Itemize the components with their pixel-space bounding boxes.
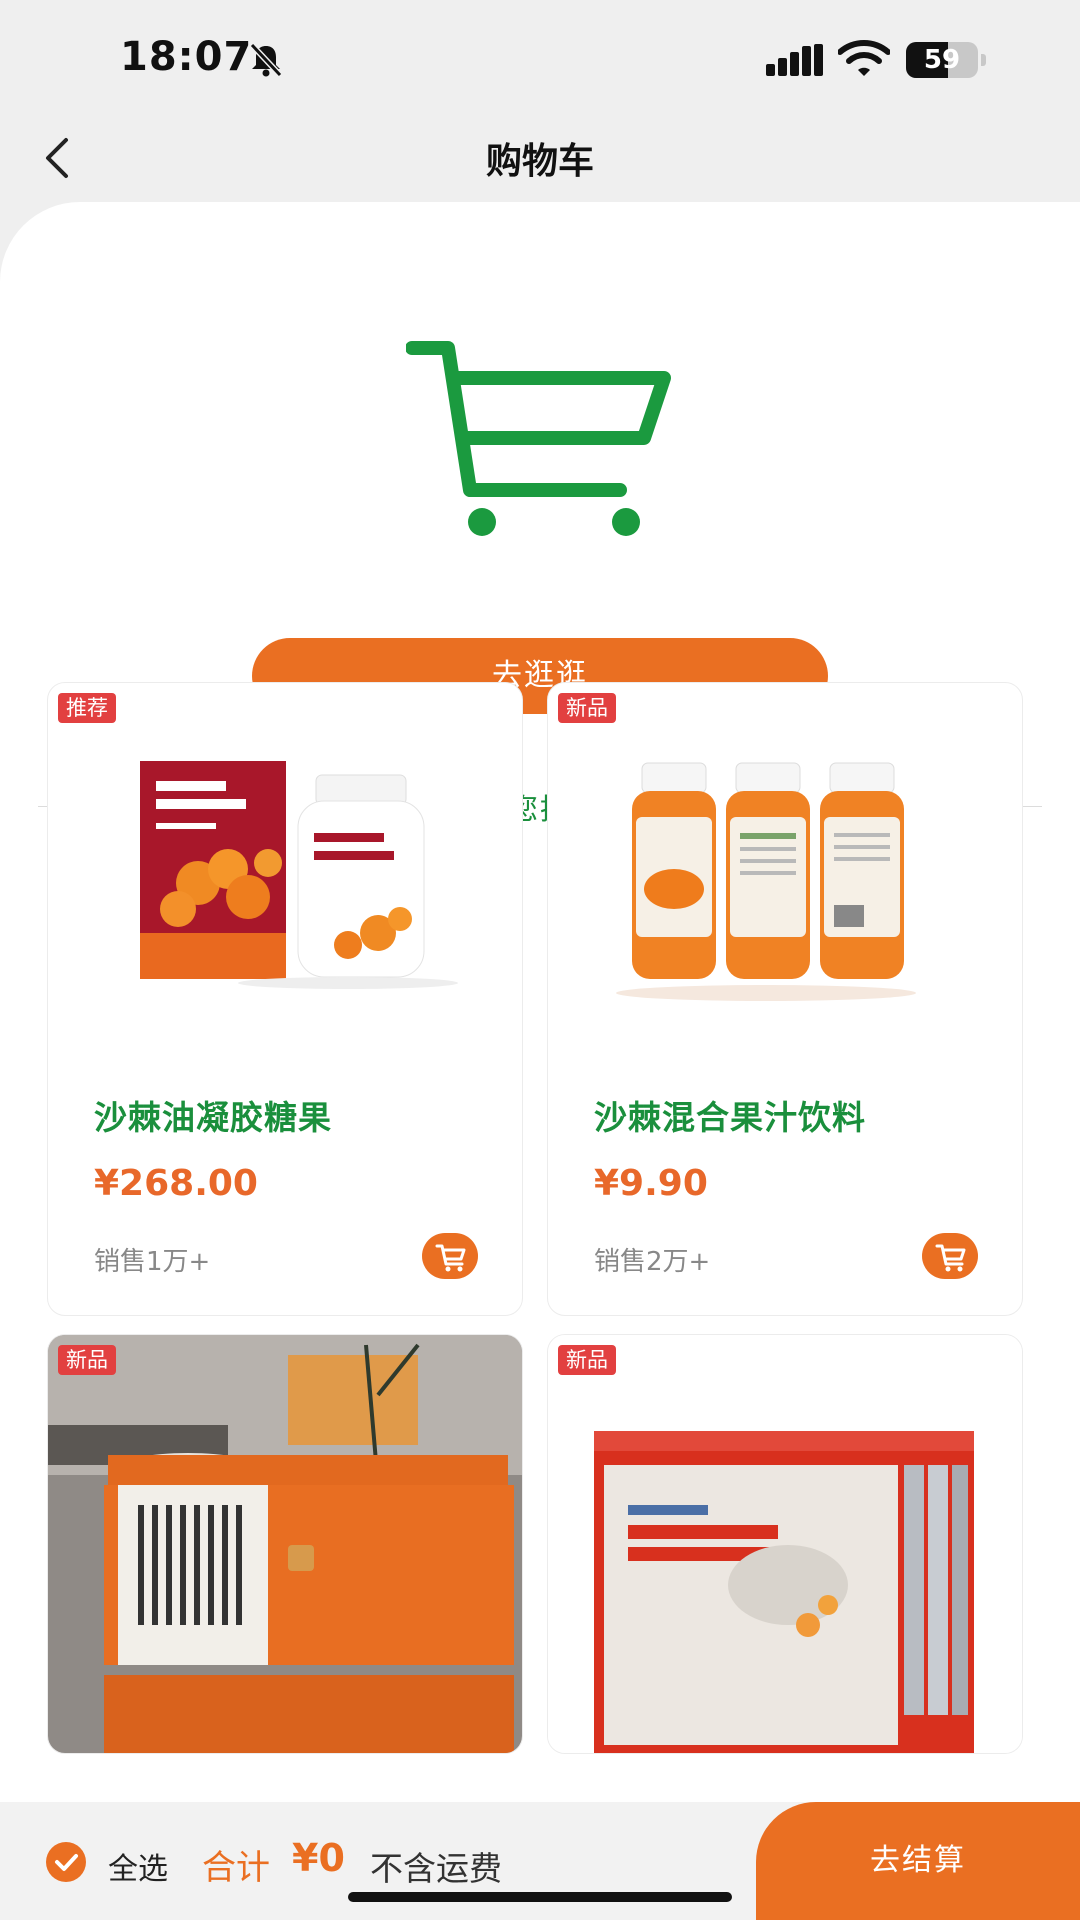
product-sales: 销售1万+	[94, 1247, 211, 1277]
product-card[interactable]: 新品	[547, 1334, 1023, 1754]
product-name: 沙棘油凝胶糖果	[94, 1098, 332, 1137]
battery-indicator: 59	[906, 42, 986, 78]
product-image	[140, 761, 458, 989]
add-to-cart-button[interactable]	[922, 1233, 978, 1279]
battery-percent: 59	[923, 45, 961, 75]
checkout-button[interactable]: 去结算	[756, 1802, 1080, 1920]
product-image	[48, 1335, 522, 1753]
product-image	[616, 762, 916, 1001]
cart-icon	[406, 341, 671, 536]
product-name: 沙棘混合果汁饮料	[594, 1098, 866, 1137]
page-title: 购物车	[485, 141, 594, 182]
product-card[interactable]: 新品	[47, 1334, 523, 1754]
checkout-bar: 全选 合计 ¥0 不含运费 去结算	[0, 1802, 1080, 1920]
cart-icon	[435, 1244, 466, 1272]
product-price: ¥268.00	[94, 1163, 258, 1204]
product-sales: 销售2万+	[594, 1247, 711, 1277]
total-label: 合计	[202, 1848, 270, 1888]
product-tag: 新品	[558, 693, 616, 723]
wifi-icon	[838, 40, 890, 76]
select-all-label[interactable]: 全选	[108, 1844, 168, 1888]
product-tag: 推荐	[58, 693, 116, 723]
select-all-checkbox[interactable]	[46, 1842, 86, 1882]
signal-icon	[766, 44, 823, 76]
cart-screen: 18:07 59 购物车 去逛逛 为您推荐 推荐 沙棘油凝胶糖果 ¥268.00…	[0, 0, 1080, 1920]
product-tag: 新品	[558, 1345, 616, 1375]
product-card[interactable]: 推荐 沙棘油凝胶糖果 ¥268.00 销售1万+	[47, 682, 523, 1316]
bell-muted-icon	[249, 42, 283, 78]
product-tag: 新品	[58, 1345, 116, 1375]
status-bar: 18:07 59	[0, 0, 1080, 110]
product-price: ¥9.90	[594, 1163, 708, 1204]
cart-icon	[935, 1244, 966, 1272]
nav-bar: 购物车	[0, 110, 1080, 206]
product-card[interactable]: 新品 沙棘混合果汁饮料 ¥9.90 销售2万+	[547, 682, 1023, 1316]
add-to-cart-button[interactable]	[422, 1233, 478, 1279]
status-time: 18:07	[120, 34, 253, 80]
check-icon	[55, 1854, 78, 1871]
product-image	[548, 1335, 1022, 1753]
total-value: ¥0	[292, 1836, 345, 1880]
shipping-note: 不含运费	[370, 1849, 502, 1888]
home-indicator	[348, 1892, 732, 1902]
